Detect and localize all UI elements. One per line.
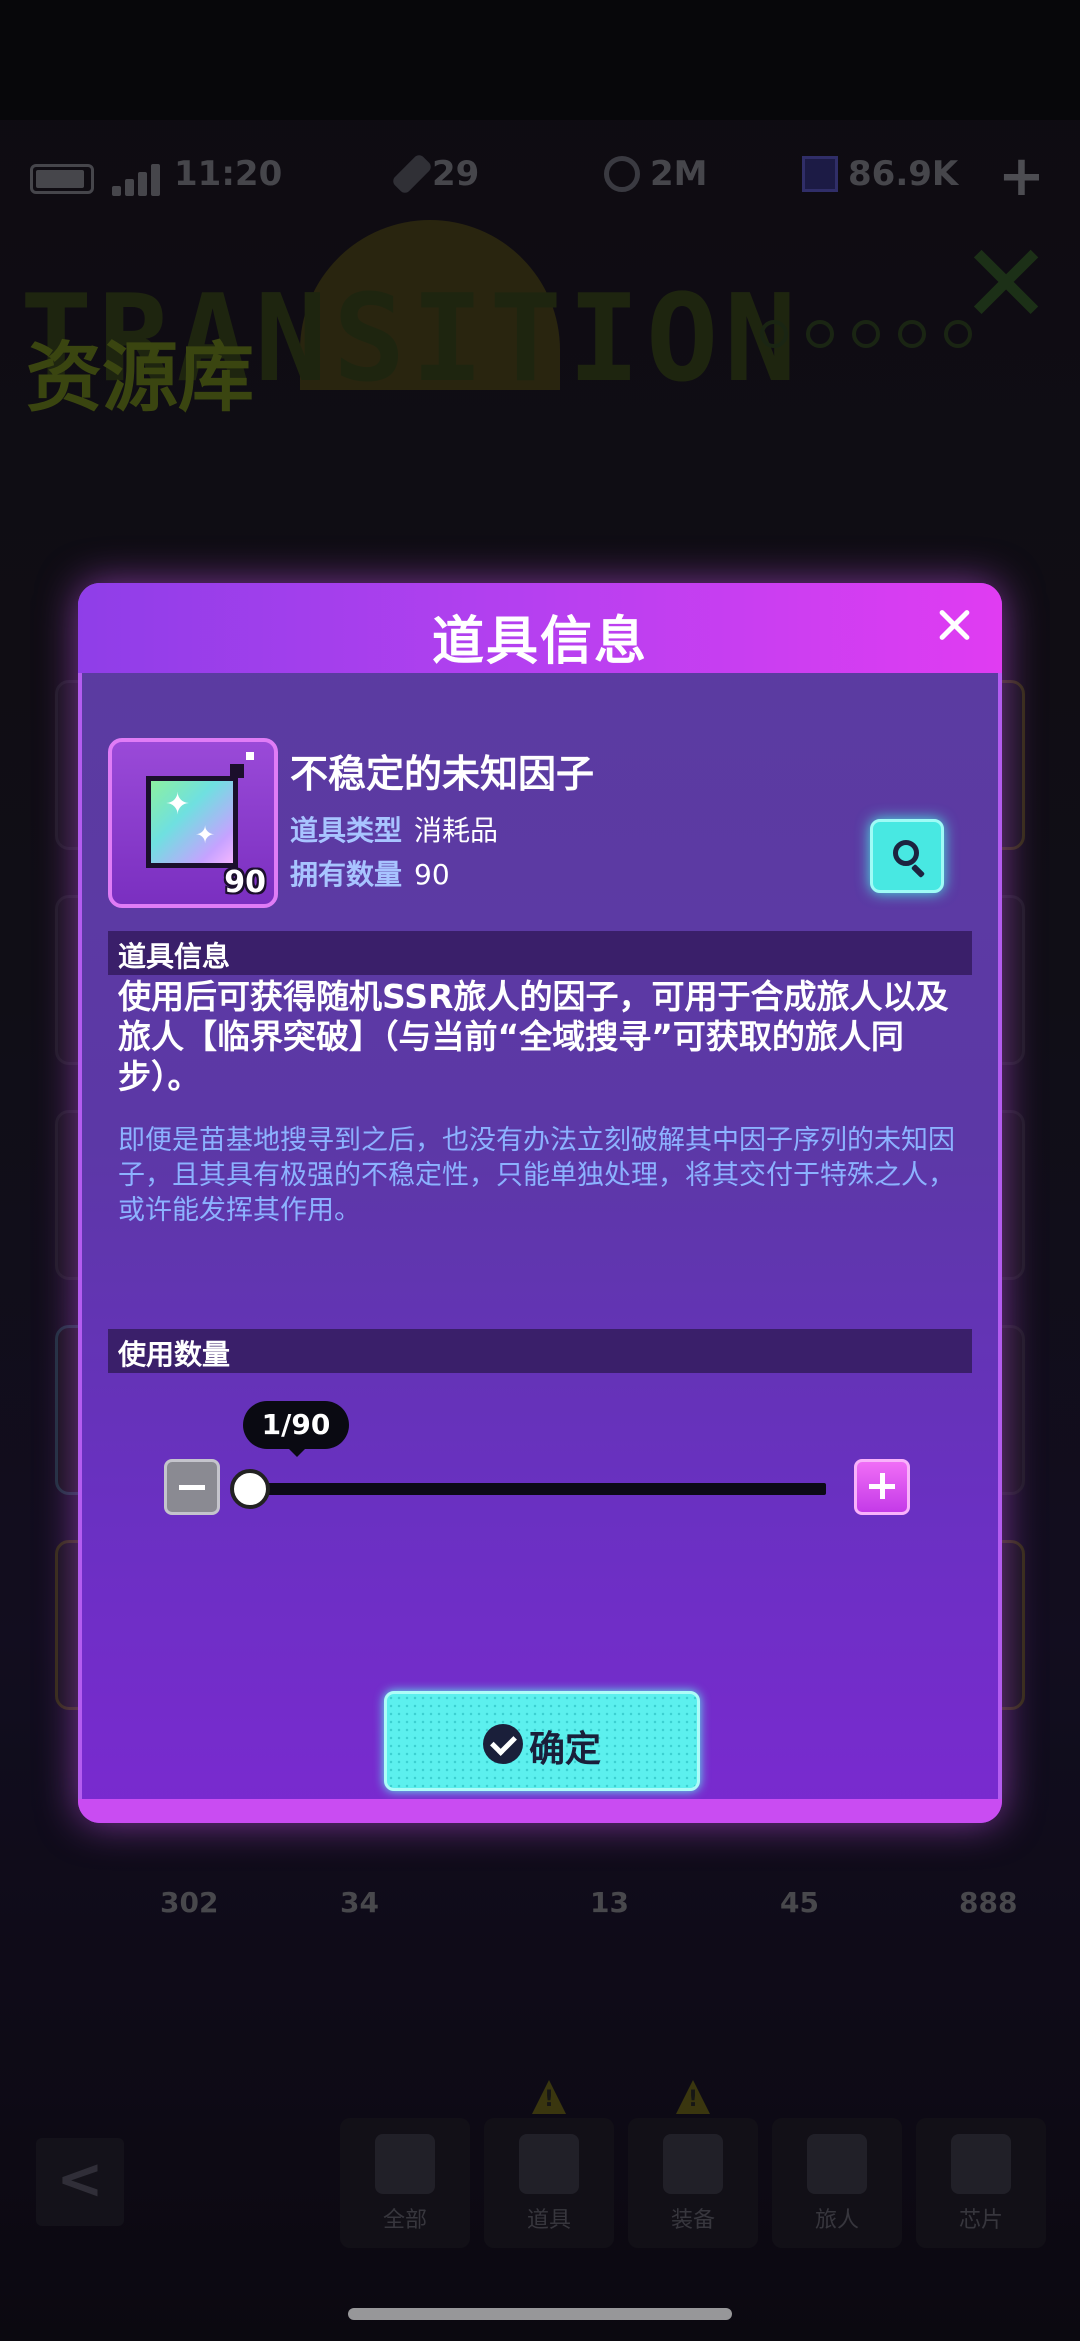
dialog-bottom-rim <box>78 1799 1002 1823</box>
quantity-section-label: 使用数量 <box>118 1338 231 1371</box>
info-section-header: 道具信息 <box>108 931 972 975</box>
item-owned-value: 90 <box>414 858 450 891</box>
decrease-quantity-button[interactable] <box>164 1459 220 1515</box>
item-icon-card: 90 <box>108 738 278 908</box>
item-owned-row: 拥有数量 90 <box>290 853 450 893</box>
close-icon[interactable] <box>930 601 980 651</box>
quantity-slider-thumb[interactable] <box>230 1469 270 1509</box>
item-flavor-text: 即便是苗基地搜寻到之后，也没有办法立刻破解其中因子序列的未知因子，且其具有极强的… <box>118 1125 955 1226</box>
check-circle-icon <box>483 1724 523 1764</box>
dialog-title: 道具信息 <box>431 612 648 672</box>
info-section-label: 道具信息 <box>118 940 231 973</box>
sparkle-pixel <box>246 752 254 760</box>
item-type-value: 消耗品 <box>414 814 499 847</box>
quantity-section-header: 使用数量 <box>108 1329 972 1373</box>
increase-quantity-button[interactable] <box>854 1459 910 1515</box>
item-name: 不稳定的未知因子 <box>290 752 595 796</box>
quantity-slider-track[interactable] <box>246 1483 826 1495</box>
rainbow-cube-icon <box>146 776 238 868</box>
item-owned-label: 拥有数量 <box>290 858 403 891</box>
item-count-badge: 90 <box>224 865 266 900</box>
item-type-row: 道具类型 消耗品 <box>290 809 498 849</box>
confirm-label: 确定 <box>529 1729 602 1770</box>
sparkle-pixel <box>230 764 244 778</box>
quantity-tooltip: 1/90 <box>243 1401 349 1457</box>
confirm-button[interactable]: 确定 <box>384 1691 700 1791</box>
search-icon <box>893 840 919 866</box>
item-type-label: 道具类型 <box>290 814 403 847</box>
item-description: 使用后可获得随机SSR旅人的因子，可用于合成旅人以及旅人【临界突破】（与当前“全… <box>118 977 949 1096</box>
item-detail-search-button[interactable] <box>870 819 944 893</box>
item-info-dialog: 道具信息 90 不稳定的未知因子 道具类型消耗品 拥有数量 90 道具信息 使用后… <box>78 583 1002 1823</box>
search-icon-handle <box>910 863 926 879</box>
dialog-header: 道具信息 <box>78 583 1002 673</box>
